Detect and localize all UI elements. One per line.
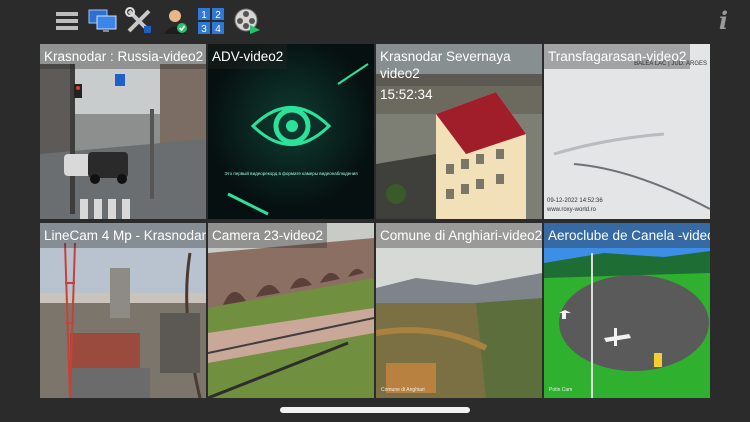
svg-text:Это первый видеорекорд в форма: Это первый видеорекорд в формате камеры … [224, 170, 358, 176]
camera-tile-krasnodar[interactable]: Krasnodar : Russia-video2 [40, 44, 206, 219]
camera-feed: Это первый видеорекорд в формате камеры … [208, 44, 374, 219]
camera-feed: BALEA LAC | JUD. ARGES 09-12-2022 14:52:… [544, 44, 710, 219]
camera-title: Transfagarasan-video2 [544, 44, 691, 69]
camera-tile-transfagarasan[interactable]: BALEA LAC | JUD. ARGES 09-12-2022 14:52:… [544, 44, 710, 219]
svg-text:3: 3 [201, 24, 207, 35]
svg-text:2: 2 [215, 10, 221, 21]
camera-tile-linecam[interactable]: LineCam 4 Mp - Krasnodar [40, 223, 206, 398]
camera-feed [40, 44, 206, 219]
svg-text:4: 4 [215, 24, 221, 35]
svg-text:Potin Cam: Potin Cam [549, 387, 572, 393]
camera-tile-severnaya[interactable]: Krasnodar Severnaya video2 15:52:34 [376, 44, 542, 219]
camera-feed [40, 223, 206, 398]
camera-grid: Krasnodar : Russia-video2 Это первый вид… [40, 44, 710, 398]
camera-feed: Potin Cam [544, 223, 710, 398]
camera-feed [208, 223, 374, 398]
monitors-icon[interactable] [88, 6, 118, 36]
info-icon[interactable]: i [719, 6, 728, 35]
svg-text:09-12-2022 14:52:36: 09-12-2022 14:52:36 [547, 198, 603, 204]
camera-title: ADV-video2 [208, 44, 288, 69]
svg-text:www.roxy-world.ro: www.roxy-world.ro [546, 207, 597, 213]
camera-title: Krasnodar : Russia-video2 [40, 44, 206, 69]
camera-feed: Comune di Anghiari [376, 223, 542, 398]
camera-title: Camera 23-video2 [208, 223, 328, 248]
user-icon[interactable] [160, 6, 190, 36]
camera-tile-canela[interactable]: Potin Cam Aeroclube de Canela -video2 [544, 223, 710, 398]
home-indicator[interactable] [280, 407, 470, 413]
tools-icon[interactable] [124, 6, 154, 36]
svg-text:Comune di Anghiari: Comune di Anghiari [381, 387, 425, 393]
camera-title: Comune di Anghiari-video2 [376, 223, 542, 248]
grid-layout-icon[interactable]: 1 2 3 4 [196, 6, 226, 36]
camera-tile-adv[interactable]: Это первый видеорекорд в формате камеры … [208, 44, 374, 219]
camera-title: LineCam 4 Mp - Krasnodar [40, 223, 206, 248]
camera-title: Aeroclube de Canela -video2 [544, 223, 710, 248]
camera-title: Krasnodar Severnaya video2 [376, 44, 542, 86]
film-reel-icon[interactable] [232, 6, 262, 36]
camera-tile-camera23[interactable]: Camera 23-video2 [208, 223, 374, 398]
camera-time: 15:52:34 [380, 87, 433, 102]
camera-tile-anghiari[interactable]: Comune di Anghiari Comune di Anghiari-vi… [376, 223, 542, 398]
svg-text:1: 1 [201, 10, 207, 21]
menu-icon[interactable] [54, 6, 80, 36]
top-toolbar: 1 2 3 4 i [0, 0, 750, 44]
